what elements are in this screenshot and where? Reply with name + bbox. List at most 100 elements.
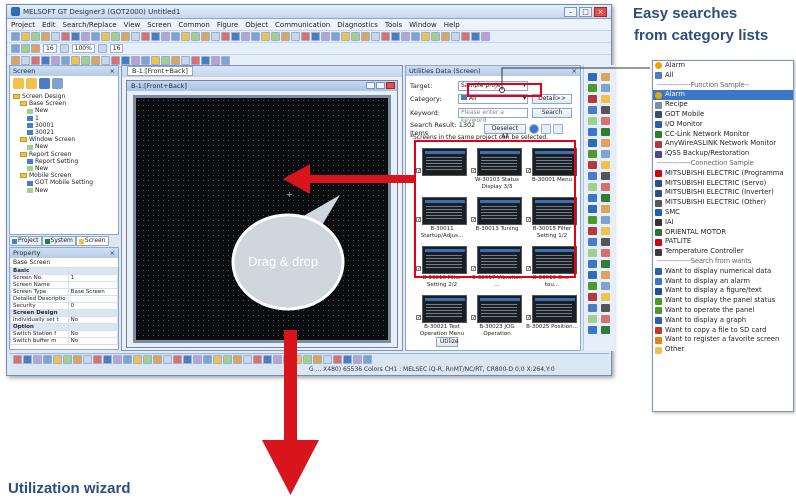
palette-tool-icon[interactable] <box>601 282 610 290</box>
palette-tool-icon[interactable] <box>588 227 597 235</box>
tool-button[interactable] <box>131 56 140 65</box>
palette-tool-icon[interactable] <box>588 150 597 158</box>
zoom-icon[interactable] <box>541 124 551 134</box>
zoom-out-icon[interactable] <box>553 124 563 134</box>
category-option[interactable]: MITSUBISHI ELECTRIC (Inverter) <box>653 188 793 198</box>
tree-node[interactable]: Screen Design <box>13 93 115 100</box>
category-option[interactable]: CC-Link Network Monitor <box>653 130 793 140</box>
tool-button[interactable] <box>353 355 362 364</box>
tool-button[interactable] <box>321 32 330 41</box>
tool-button[interactable] <box>221 56 230 65</box>
tool-button[interactable] <box>113 355 122 364</box>
tool-button[interactable] <box>191 32 200 41</box>
property-value[interactable]: No <box>67 330 118 338</box>
tool-button[interactable] <box>191 56 200 65</box>
tool-button[interactable] <box>41 32 50 41</box>
tool-button[interactable] <box>151 56 160 65</box>
search-button[interactable]: Search <box>532 108 572 118</box>
tool-button[interactable] <box>23 355 32 364</box>
tool-button[interactable] <box>381 32 390 41</box>
tool-button[interactable] <box>343 355 352 364</box>
tool-button[interactable] <box>163 355 172 364</box>
tool-button[interactable] <box>243 355 252 364</box>
tool-button[interactable] <box>81 56 90 65</box>
tool-button[interactable] <box>211 56 220 65</box>
property-value[interactable] <box>67 309 118 317</box>
tree-node[interactable]: Mobile Screen <box>13 172 115 179</box>
category-option[interactable]: PATLITE <box>653 237 793 247</box>
palette-tool-icon[interactable] <box>588 139 597 147</box>
tool-button[interactable] <box>61 56 70 65</box>
tool-button[interactable] <box>293 355 302 364</box>
minimize-button[interactable]: – <box>564 6 577 17</box>
tool-button[interactable] <box>121 56 130 65</box>
tool-button[interactable] <box>121 32 130 41</box>
tool-button[interactable] <box>103 355 112 364</box>
tool-button[interactable] <box>73 355 82 364</box>
tree-node[interactable]: 30001 <box>13 122 115 129</box>
palette-tool-icon[interactable] <box>601 194 610 202</box>
tool-button[interactable] <box>351 32 360 41</box>
tool-button[interactable] <box>481 32 490 41</box>
tool-button[interactable] <box>201 32 210 41</box>
palette-tool-icon[interactable] <box>601 183 610 191</box>
minimize-button[interactable] <box>366 82 375 89</box>
palette-tool-icon[interactable] <box>601 293 610 301</box>
palette-tool-icon[interactable] <box>601 161 610 169</box>
property-value[interactable] <box>67 295 118 303</box>
tree-node[interactable]: Base Screen <box>13 100 115 107</box>
category-option[interactable]: Temperature Controller <box>653 247 793 257</box>
tool-button[interactable] <box>221 32 230 41</box>
tool-button[interactable] <box>471 32 480 41</box>
deselect-all-button[interactable]: Deselect All <box>484 124 526 140</box>
tool-button[interactable] <box>313 355 322 364</box>
tool-button[interactable] <box>91 32 100 41</box>
palette-tool-icon[interactable] <box>588 216 597 224</box>
tool-button[interactable] <box>311 32 320 41</box>
tool-button[interactable] <box>11 56 20 65</box>
menu-edit[interactable]: Edit <box>42 21 56 29</box>
tool-button[interactable] <box>273 355 282 364</box>
palette-tool-icon[interactable] <box>588 161 597 169</box>
category-option[interactable]: SMC <box>653 208 793 218</box>
category-option[interactable]: GOT Mobile <box>653 110 793 120</box>
tool-button[interactable] <box>303 355 312 364</box>
tree-node[interactable]: Report Screen <box>13 151 115 158</box>
tool-button[interactable] <box>391 32 400 41</box>
property-value[interactable] <box>67 323 118 331</box>
tool-button[interactable] <box>141 32 150 41</box>
palette-tool-icon[interactable] <box>601 128 610 136</box>
close-button[interactable] <box>386 82 395 89</box>
category-option[interactable]: Want to display a figure/text <box>653 286 793 296</box>
palette-tool-icon[interactable] <box>588 293 597 301</box>
tool-button[interactable] <box>261 32 270 41</box>
tool-button[interactable] <box>213 355 222 364</box>
tool-button[interactable] <box>173 355 182 364</box>
tool-button[interactable] <box>371 32 380 41</box>
property-row[interactable]: Screen No. 1 <box>10 274 118 282</box>
palette-tool-icon[interactable] <box>588 282 597 290</box>
tool-button[interactable] <box>81 32 90 41</box>
tool-button[interactable] <box>31 44 40 53</box>
category-option[interactable]: Want to copy a file to SD card <box>653 326 793 336</box>
tool-button[interactable] <box>133 355 142 364</box>
palette-tool-icon[interactable] <box>601 84 610 92</box>
palette-tool-icon[interactable] <box>601 150 610 158</box>
tool-button[interactable] <box>71 32 80 41</box>
menu-object[interactable]: Object <box>245 21 268 29</box>
tool-button[interactable] <box>51 56 60 65</box>
palette-tool-icon[interactable] <box>588 205 597 213</box>
maximize-button[interactable]: □ <box>579 6 592 17</box>
tool-button[interactable] <box>181 56 190 65</box>
tool-button[interactable] <box>153 355 162 364</box>
tool-button[interactable] <box>111 56 120 65</box>
tool-button[interactable] <box>281 32 290 41</box>
tool-button[interactable] <box>43 355 52 364</box>
tool-button[interactable] <box>271 32 280 41</box>
tool-button[interactable] <box>211 32 220 41</box>
palette-tool-icon[interactable] <box>601 216 610 224</box>
screen-canvas[interactable]: + <box>136 98 388 340</box>
palette-tool-icon[interactable] <box>601 205 610 213</box>
category-option[interactable]: Alarm <box>653 90 793 101</box>
tool-button[interactable] <box>421 32 430 41</box>
